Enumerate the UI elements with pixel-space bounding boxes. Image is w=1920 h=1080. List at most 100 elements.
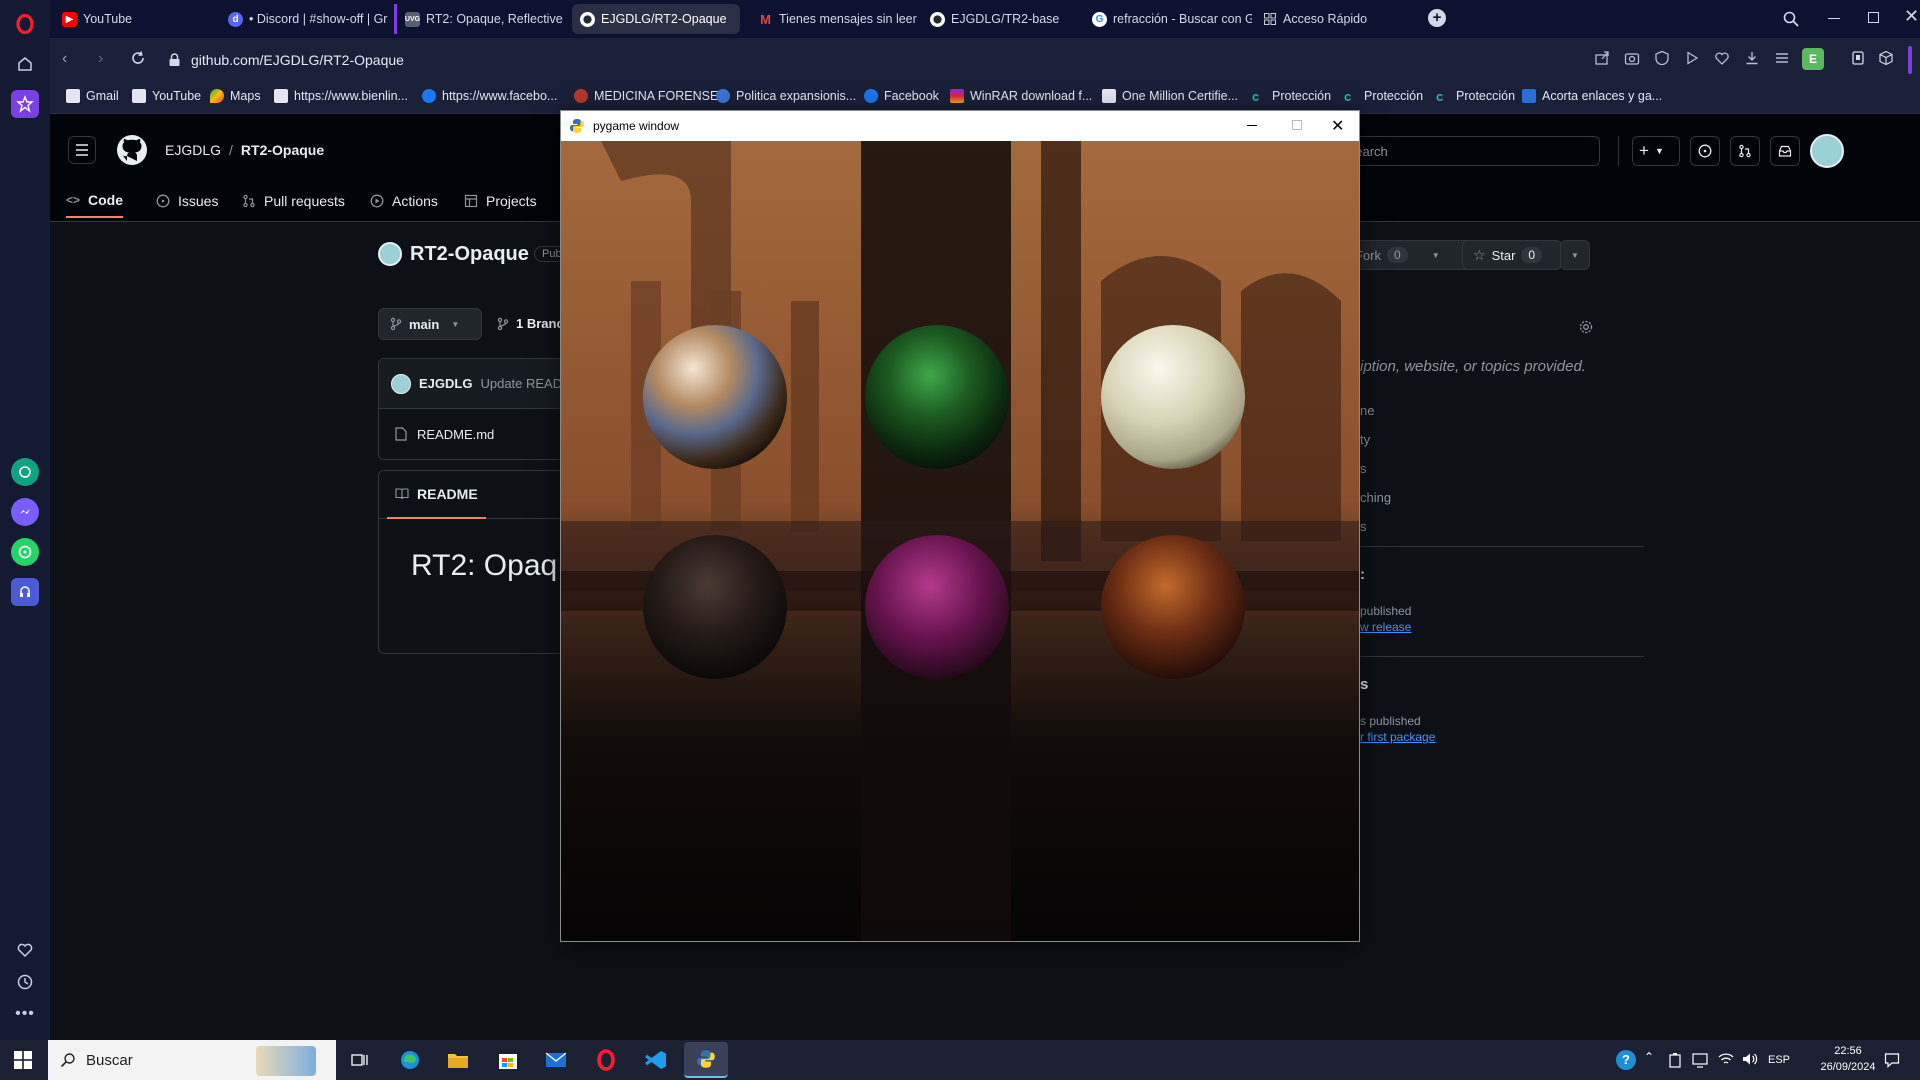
help-question-icon[interactable]: ? (1616, 1050, 1636, 1070)
tab-github-tr2-base[interactable]: EJGDLG/TR2-base (922, 4, 1092, 34)
share-icon[interactable] (1594, 50, 1614, 70)
bookmark-proteccion-2[interactable]: c Protección (1344, 89, 1423, 104)
forward-arrow-icon[interactable]: › (98, 50, 118, 70)
favorites-heart-icon[interactable] (11, 936, 39, 964)
tab-issues[interactable]: Issues (156, 184, 218, 218)
readme-tab[interactable]: README (387, 471, 486, 519)
chatgpt-icon[interactable] (11, 458, 39, 486)
bookmark-heart-icon[interactable] (1714, 50, 1734, 70)
bookmark-bienlinea[interactable]: https://www.bienlin... (274, 89, 408, 103)
extensions-icon[interactable] (1850, 50, 1870, 70)
about-item[interactable]: s (1360, 512, 1391, 541)
opera-taskbar-icon[interactable] (584, 1042, 628, 1078)
new-tab-plus-icon[interactable]: + (1428, 9, 1446, 27)
commit-message[interactable]: Update READ (480, 376, 562, 391)
bookmark-one-million[interactable]: One Million Certifie... (1102, 89, 1238, 103)
url-field[interactable]: github.com/EJGDLG/RT2-Opaque (168, 44, 1458, 76)
windows-start-icon[interactable] (14, 1051, 32, 1069)
bookmark-acorta-enlaces[interactable]: Acorta enlaces y ga... (1522, 89, 1662, 103)
volume-icon[interactable] (1742, 1052, 1758, 1066)
branch-select-button[interactable]: main ▼ (378, 308, 482, 340)
player-play-icon[interactable] (1684, 50, 1704, 70)
mail-icon[interactable] (534, 1042, 578, 1078)
tab-youtube[interactable]: ▶ YouTube (54, 4, 219, 34)
camera-snapshot-icon[interactable] (1624, 50, 1644, 70)
tab-projects[interactable]: Projects (464, 184, 537, 218)
python-taskbar-icon[interactable] (684, 1042, 728, 1078)
messenger-icon[interactable] (11, 498, 39, 526)
about-item[interactable]: ne (1360, 396, 1391, 425)
whatsapp-icon[interactable] (11, 538, 39, 566)
bookmark-facebook-url[interactable]: https://www.facebo... (422, 89, 557, 103)
tab-discord[interactable]: d • Discord | #show-off | Gr (220, 4, 388, 34)
bookmark-proteccion-1[interactable]: c Protección (1252, 89, 1331, 104)
about-item[interactable]: ching (1360, 483, 1391, 512)
tab-rt2-uvg[interactable]: UVG RT2: Opaque, Reflective & (394, 4, 564, 34)
tab-github-rt2-opaque[interactable]: EJGDLG/RT2-Opaque (572, 4, 740, 34)
bookmark-facebook[interactable]: Facebook (864, 89, 939, 103)
pygame-titlebar[interactable]: pygame window ✕ (561, 111, 1359, 141)
music-player-icon[interactable] (11, 578, 39, 606)
vscode-icon[interactable] (634, 1042, 678, 1078)
star-dropdown-button[interactable]: ▼ (1560, 240, 1590, 270)
task-view-icon[interactable] (338, 1042, 382, 1078)
tab-actions[interactable]: Actions (370, 184, 438, 218)
bookmark-proteccion-3[interactable]: c Protección (1436, 89, 1515, 104)
publish-package-link[interactable]: r first package (1360, 730, 1435, 744)
show-hidden-icons-chevron-icon[interactable]: ⌃ (1644, 1050, 1654, 1064)
repo-owner-link[interactable]: EJGDLG (165, 142, 221, 158)
device-icon[interactable] (1692, 1052, 1708, 1068)
bookmark-medicina-forense[interactable]: MEDICINA FORENSE (574, 89, 718, 103)
bookmark-winrar[interactable]: WinRAR download f... (950, 89, 1092, 103)
tab-search-icon[interactable] (1782, 10, 1800, 28)
notifications-icon[interactable] (1884, 1052, 1900, 1068)
language-indicator[interactable]: ESP (1768, 1054, 1790, 1066)
about-item[interactable]: s (1360, 454, 1391, 483)
microsoft-store-icon[interactable] (486, 1042, 530, 1078)
history-clock-icon[interactable] (11, 968, 39, 996)
commit-author[interactable]: EJGDLG (419, 376, 472, 391)
repo-title[interactable]: RT2-Opaque (410, 243, 529, 266)
home-icon[interactable] (11, 50, 39, 78)
close-icon[interactable]: ✕ (1331, 116, 1344, 136)
minimize-icon[interactable] (1247, 125, 1257, 126)
pull-requests-button[interactable] (1730, 136, 1760, 166)
issues-button[interactable] (1690, 136, 1720, 166)
close-window-icon[interactable]: ✕ (1904, 6, 1919, 27)
more-dots-icon[interactable]: ••• (11, 1000, 39, 1028)
tab-gmail[interactable]: M Tienes mensajes sin leer e (750, 4, 920, 34)
minimize-icon[interactable] (1828, 18, 1840, 19)
reload-icon[interactable] (130, 50, 150, 70)
about-item[interactable]: ty (1360, 425, 1391, 454)
download-icon[interactable] (1744, 50, 1764, 70)
bookmark-gmail[interactable]: Gmail (66, 89, 119, 103)
star-button[interactable]: ☆ Star 0 (1462, 240, 1562, 270)
github-logo-icon[interactable] (116, 134, 148, 166)
tab-code[interactable]: <> Code (66, 184, 124, 218)
hamburger-menu-icon[interactable] (68, 136, 96, 164)
bookmark-youtube[interactable]: YouTube (132, 89, 201, 103)
battery-icon[interactable] (1668, 1052, 1682, 1068)
file-explorer-icon[interactable] (436, 1042, 480, 1078)
easy-setup-icon[interactable] (1774, 50, 1794, 70)
about-settings-gear-icon[interactable] (1578, 319, 1594, 335)
tab-speed-dial[interactable]: Acceso Rápido (1254, 4, 1414, 34)
tab-pull-requests[interactable]: Pull requests (242, 184, 345, 218)
bookmark-politica[interactable]: Politica expansionis... (716, 89, 856, 103)
edge-browser-icon[interactable] (388, 1042, 432, 1078)
clock-time[interactable]: 22:56 (1818, 1045, 1878, 1057)
restore-icon[interactable] (1868, 12, 1879, 23)
wifi-icon[interactable] (1718, 1052, 1734, 1066)
pygame-window[interactable]: pygame window ✕ (560, 110, 1360, 942)
bookmark-maps[interactable]: Maps (210, 89, 261, 103)
adblock-shield-icon[interactable] (1654, 50, 1674, 70)
create-release-link[interactable]: w release (1360, 620, 1411, 634)
clock-date[interactable]: 26/09/2024 (1804, 1061, 1892, 1073)
aria-icon[interactable] (11, 90, 39, 118)
branches-link[interactable]: 1 Branc (496, 316, 564, 331)
user-avatar[interactable] (1810, 134, 1844, 168)
inbox-button[interactable] (1770, 136, 1800, 166)
back-arrow-icon[interactable]: ‹ (62, 50, 82, 70)
cube-extension-icon[interactable] (1878, 50, 1898, 70)
taskbar-search-input[interactable]: Buscar (48, 1040, 336, 1080)
